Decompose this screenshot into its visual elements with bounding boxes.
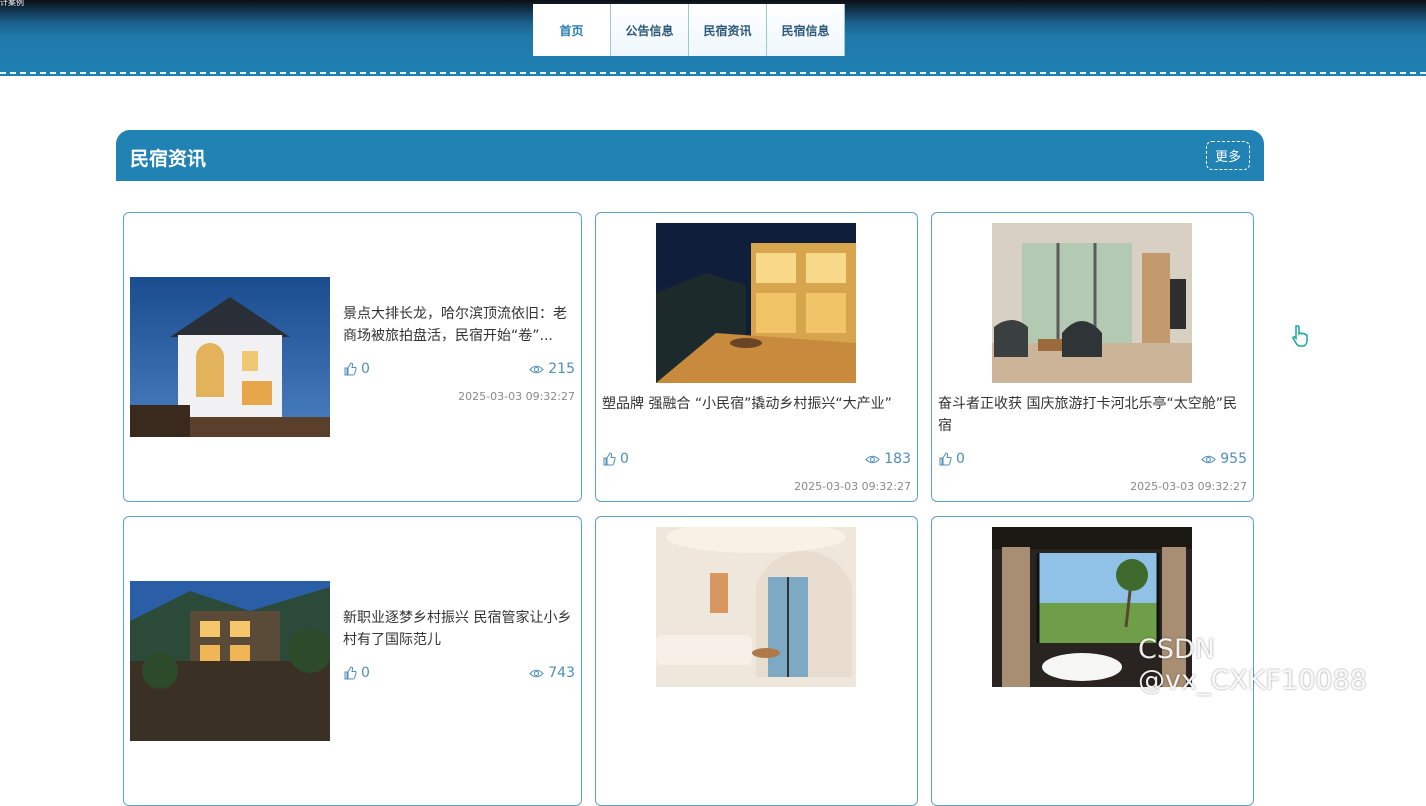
like-count-value: 0 (361, 665, 370, 681)
like-count-value: 0 (956, 451, 965, 467)
publish-time: 2025-03-03 09:32:27 (794, 480, 911, 493)
nav-item-news[interactable]: 民宿资讯 (689, 4, 767, 56)
thumbs-up-icon (603, 452, 616, 466)
white-room-photo[interactable] (656, 527, 856, 687)
publish-time: 2025-03-03 09:32:27 (458, 390, 575, 403)
news-card[interactable] (595, 516, 918, 806)
main-nav: 首页 公告信息 民宿资讯 民宿信息 (533, 4, 845, 56)
article-title[interactable]: 塑品牌 强融合 “小民宿”撬动乡村振兴“大产业” (602, 393, 908, 437)
view-count-value: 215 (548, 361, 575, 377)
corner-text: 计案例 (0, 0, 24, 7)
header-dashed-edge (0, 72, 1426, 74)
section-header: 民宿资讯 更多 (116, 130, 1264, 181)
publish-time: 2025-03-03 09:32:27 (1130, 480, 1247, 493)
view-count: 183 (865, 451, 911, 467)
living-room-photo[interactable] (992, 223, 1192, 383)
view-count-value: 955 (1220, 451, 1247, 467)
mountain-inn-photo[interactable] (130, 581, 330, 741)
nav-item-notices[interactable]: 公告信息 (611, 4, 689, 56)
news-card[interactable]: 塑品牌 强融合 “小民宿”撬动乡村振兴“大产业” 0 183 2025-03-0… (595, 212, 918, 502)
more-button[interactable]: 更多 (1206, 141, 1250, 170)
eye-icon (865, 455, 880, 463)
thumbs-up-icon (344, 362, 357, 376)
article-title[interactable]: 景点大排长龙，哈尔滨顶流依旧：老商场被旅拍盘活，民宿开始“卷”... (343, 303, 577, 347)
news-card[interactable]: 景点大排长龙，哈尔滨顶流依旧：老商场被旅拍盘活，民宿开始“卷”... 0 215… (123, 212, 582, 502)
like-count[interactable]: 0 (938, 451, 965, 467)
view-count-value: 743 (548, 665, 575, 681)
view-count-value: 183 (884, 451, 911, 467)
like-count[interactable]: 0 (343, 665, 370, 681)
thumbs-up-icon (344, 666, 357, 680)
nav-item-homestays[interactable]: 民宿信息 (767, 4, 845, 56)
view-count: 743 (529, 665, 575, 681)
night-terrace-photo[interactable] (656, 223, 856, 383)
news-card[interactable]: 新职业逐梦乡村振兴 民宿管家让小乡村有了国际范儿 0 743 (123, 516, 582, 806)
article-title[interactable]: 新职业逐梦乡村振兴 民宿管家让小乡村有了国际范儿 (343, 607, 577, 651)
watermark: CSDN @vx_CXKF10088 (1138, 634, 1367, 696)
thumbs-up-icon (939, 452, 952, 466)
view-count: 955 (1201, 451, 1247, 467)
view-count: 215 (529, 361, 575, 377)
eye-icon (529, 365, 544, 373)
like-count-value: 0 (620, 451, 629, 467)
news-card[interactable]: 奋斗者正收获 国庆旅游打卡河北乐亭“太空舱”民宿 0 955 2025-03-0… (931, 212, 1254, 502)
article-title[interactable]: 奋斗者正收获 国庆旅游打卡河北乐亭“太空舱”民宿 (938, 393, 1244, 437)
like-count[interactable]: 0 (602, 451, 629, 467)
header-bar: 计案例 首页 公告信息 民宿资讯 民宿信息 (0, 0, 1426, 76)
section-title: 民宿资讯 (130, 148, 207, 170)
eye-icon (1201, 455, 1216, 463)
nav-item-home[interactable]: 首页 (533, 4, 611, 56)
hand-cursor-icon (1292, 325, 1308, 347)
night-villa-photo[interactable] (130, 277, 330, 437)
like-count[interactable]: 0 (343, 361, 370, 377)
like-count-value: 0 (361, 361, 370, 377)
